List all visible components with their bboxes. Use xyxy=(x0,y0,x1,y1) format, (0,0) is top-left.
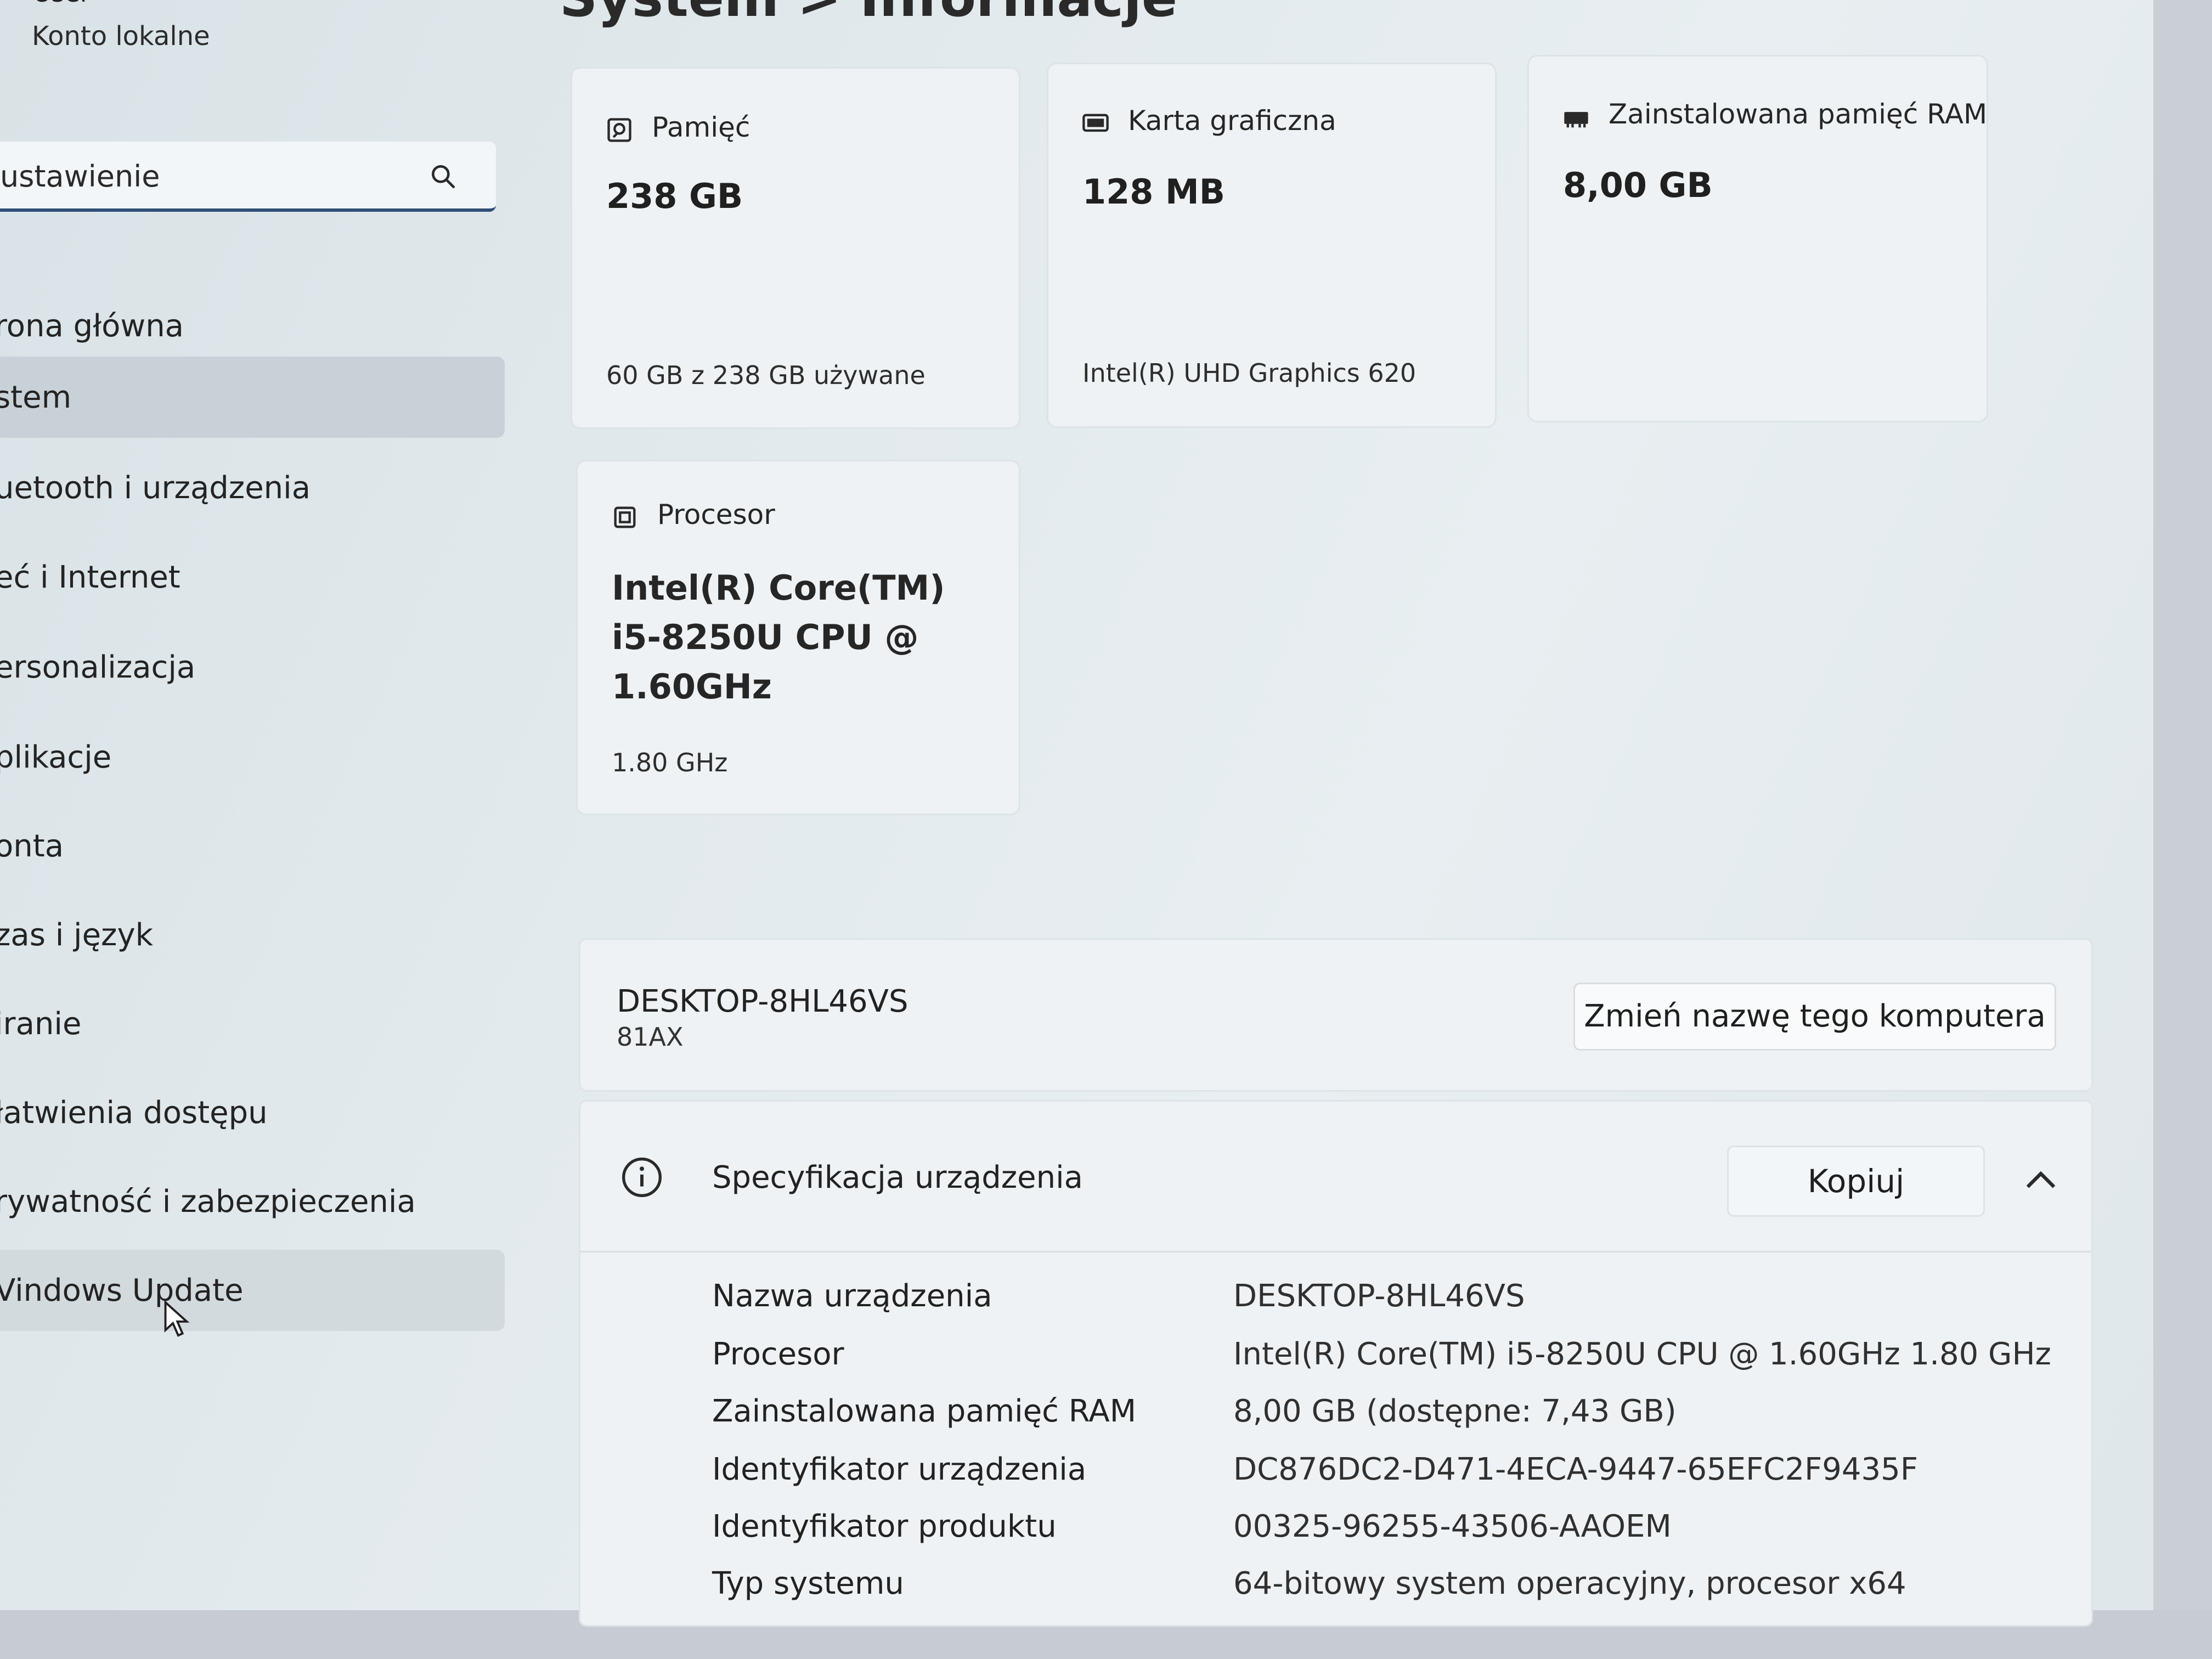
processor-icon xyxy=(614,506,636,528)
sidebar-item-label: ersonalizacja xyxy=(0,650,196,685)
sidebar-item-label: onta xyxy=(0,828,64,864)
account-type: Konto lokalne xyxy=(32,21,210,52)
spec-label: Nazwa urządzenia xyxy=(712,1278,992,1314)
settings-search-box[interactable]: ustawienie xyxy=(0,142,496,212)
sidebar-item-apps[interactable]: plikacje xyxy=(0,716,505,798)
sidebar-item-label: uetooth i urządzenia xyxy=(0,470,311,506)
device-name-row: DESKTOP-8HL46VS 81AX Zmień nazwę tego ko… xyxy=(579,938,2093,1092)
gpu-card-value: 128 MB xyxy=(1082,172,1225,212)
spec-value: DESKTOP-8HL46VS xyxy=(1233,1278,1525,1314)
sidebar-item-label: rywatność i zabezpieczenia xyxy=(0,1184,416,1220)
processor-card-value: Intel(R) Core(TM) i5-8250U CPU @ 1.60GHz xyxy=(612,563,996,712)
spec-value: 64-bitowy system operacyjny, procesor x6… xyxy=(1233,1566,1906,1601)
processor-value-line: Intel(R) Core(TM) xyxy=(612,568,945,608)
sidebar-item-windows-update[interactable]: Vindows Update xyxy=(0,1250,505,1331)
processor-card-speed: 1.80 GHz xyxy=(612,748,728,777)
page-title: System > Informacje xyxy=(560,0,1177,29)
processor-value-line: i5-8250U CPU @ xyxy=(612,617,919,657)
device-name: DESKTOP-8HL46VS xyxy=(617,984,909,1019)
storage-icon xyxy=(607,118,631,142)
info-icon xyxy=(622,1158,662,1197)
sidebar-item-label: łatwienia dostępu xyxy=(0,1095,268,1131)
spec-value: 00325-96255-43506-AAOEM xyxy=(1233,1509,1672,1544)
gpu-card-model: Intel(R) UHD Graphics 620 xyxy=(1082,358,1417,388)
sidebar-item-bluetooth[interactable]: uetooth i urządzenia xyxy=(0,447,505,528)
ram-card-value: 8,00 GB xyxy=(1563,165,1713,205)
gpu-card-title: Karta graficzna xyxy=(1128,105,1336,137)
divider xyxy=(580,1251,2091,1252)
device-specifications-title: Specyfikacja urządzenia xyxy=(712,1160,1083,1195)
rename-pc-button[interactable]: Zmień nazwę tego komputera xyxy=(1573,983,2056,1051)
spec-label: Typ systemu xyxy=(712,1566,904,1601)
sidebar-item-personalization[interactable]: ersonalizacja xyxy=(0,627,505,708)
display-icon xyxy=(1082,114,1109,132)
user-name: User xyxy=(33,0,91,8)
mouse-cursor-icon xyxy=(164,1300,190,1337)
spec-label: Identyfikator produktu xyxy=(712,1509,1057,1544)
sidebar-item-label: eć i Internet xyxy=(0,560,180,595)
sidebar-item-label: stem xyxy=(0,380,72,415)
window-right-edge xyxy=(2153,0,2212,1659)
ram-card[interactable]: Zainstalowana pamięć RAM 8,00 GB xyxy=(1527,55,1988,422)
sidebar-item-label: plikacje xyxy=(0,740,112,775)
sidebar-item-time-language[interactable]: zas i język xyxy=(0,894,505,975)
processor-value-line: 1.60GHz xyxy=(612,667,772,707)
spec-value: DC876DC2-D471-4ECA-9447-65EFC2F9435F xyxy=(1233,1452,1918,1487)
sidebar-item-label: Vindows Update xyxy=(0,1273,244,1308)
spec-value: Intel(R) Core(TM) i5-8250U CPU @ 1.60GHz… xyxy=(1233,1336,2051,1372)
search-icon[interactable] xyxy=(428,161,459,192)
spec-label: Zainstalowana pamięć RAM xyxy=(712,1393,1137,1429)
sidebar-item-accessibility[interactable]: łatwienia dostępu xyxy=(0,1072,505,1153)
sidebar-item-label: zas i język xyxy=(0,917,154,953)
device-specifications-panel: Specyfikacja urządzenia Kopiuj Nazwa urz… xyxy=(579,1100,2093,1627)
storage-card-value: 238 GB xyxy=(606,176,743,216)
sidebar-item-label: rona główna xyxy=(0,308,184,344)
sidebar-item-home[interactable]: rona główna xyxy=(0,285,505,366)
copy-button[interactable]: Kopiuj xyxy=(1727,1146,1985,1217)
storage-card-usage: 60 GB z 238 GB używane xyxy=(606,360,926,390)
processor-card[interactable]: Procesor Intel(R) Core(TM) i5-8250U CPU … xyxy=(576,460,1020,815)
storage-card-title: Pamięć xyxy=(652,111,751,143)
spec-label: Procesor xyxy=(712,1336,844,1372)
device-model: 81AX xyxy=(617,1022,684,1052)
sidebar-item-label: iranie xyxy=(0,1006,82,1042)
chevron-up-icon[interactable] xyxy=(2023,1167,2058,1192)
sidebar-item-privacy-security[interactable]: rywatność i zabezpieczenia xyxy=(0,1161,505,1242)
ram-icon xyxy=(1564,112,1588,128)
processor-card-title: Procesor xyxy=(657,499,775,531)
ram-card-title: Zainstalowana pamięć RAM xyxy=(1609,98,1988,130)
spec-value: 8,00 GB (dostępne: 7,43 GB) xyxy=(1233,1393,1677,1429)
storage-card[interactable]: Pamięć 238 GB 60 GB z 238 GB używane xyxy=(571,67,1020,429)
sidebar-item-gaming[interactable]: iranie xyxy=(0,983,505,1064)
sidebar-item-network[interactable]: eć i Internet xyxy=(0,537,505,618)
gpu-card[interactable]: Karta graficzna 128 MB Intel(R) UHD Grap… xyxy=(1047,63,1497,428)
spec-label: Identyfikator urządzenia xyxy=(712,1452,1087,1487)
sidebar-item-system[interactable]: stem xyxy=(0,357,505,438)
sidebar-item-accounts[interactable]: onta xyxy=(0,805,505,887)
search-input[interactable]: ustawienie xyxy=(0,159,160,194)
